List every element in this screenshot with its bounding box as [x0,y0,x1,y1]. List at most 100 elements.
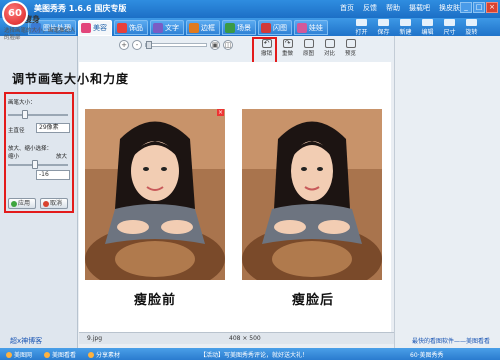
tab-frame[interactable]: 边框 [186,20,220,35]
size-label: 尺寸 [443,29,456,36]
main-diameter-label: 主直径 [8,128,25,134]
panel-description: 选择画笔的大小，画笔推动人的脸部 [4,28,76,41]
tab-label: 闪图 [273,23,287,32]
strength-knob[interactable] [32,160,39,169]
link-help[interactable]: 帮助 [386,3,400,13]
cancel-label: 取消 [50,200,63,207]
zoom-out-button[interactable]: - [132,40,142,50]
minimize-button[interactable]: _ [460,2,472,13]
compare-icon [324,39,335,48]
tab-label: 边框 [201,23,215,32]
rotate-button[interactable]: 旋转 [462,18,481,36]
blog-link[interactable]: 超x神博客 [10,336,42,346]
link-feedback[interactable]: 反馈 [363,3,377,13]
scene-icon [225,22,235,33]
enlarge-label: 放大 [56,154,68,160]
meitu-viewer-link[interactable]: 美图看看 [44,350,76,359]
original-icon [303,39,314,48]
size-button[interactable]: 尺寸 [440,18,459,36]
zoom-group: + - ▣ ◫ [119,40,233,50]
annotation-before: 瘦脸前 [134,293,177,308]
tab-text[interactable]: 文字 [150,20,184,35]
tab-label: 场景 [237,23,251,32]
link-skin[interactable]: 换皮肤 [439,3,460,13]
save-label: 保存 [377,29,390,36]
cancel-icon [43,200,49,207]
brush-size-knob[interactable] [21,110,28,119]
preview-label: 预览 [344,51,356,57]
highlight-box-undo [252,37,277,64]
apply-button[interactable]: 应用 [8,198,36,209]
edit-icon [422,19,433,26]
folder-icon [356,19,367,26]
file-name: 9.jpg [87,335,103,342]
rotate-icon [466,19,477,26]
meitu-site-link[interactable]: 美图网 [6,350,32,359]
viewer-icon [44,351,50,358]
photo-before[interactable] [85,109,225,280]
new-icon [400,19,411,26]
original-button[interactable]: 原图 [299,37,318,60]
photo-after[interactable] [242,109,382,280]
tab-flash[interactable]: 闪图 [258,20,292,35]
viewer-promo-link[interactable]: 最快的看图软件——美图看看 [412,336,490,345]
brush-size-slider[interactable] [8,114,68,116]
main-diameter-field[interactable]: 29像素 [36,123,70,133]
portrait-image-before [85,109,225,280]
heart-icon [117,22,127,33]
compare-button[interactable]: 对比 [320,37,339,60]
share-material-link[interactable]: 分享素材 [88,350,120,359]
new-label: 新建 [399,29,412,36]
zoom-slider[interactable] [145,41,207,49]
tab-scene[interactable]: 场景 [222,20,256,35]
strength-label: 放大、缩小选择： [8,146,53,152]
tab-doll[interactable]: 娃娃 [294,20,328,35]
original-label: 原图 [302,51,314,57]
actual-size-icon[interactable]: ◫ [223,40,233,50]
redo-button[interactable]: ↷ 重做 [278,37,297,60]
new-button[interactable]: 新建 [396,18,415,36]
doll-icon [297,22,307,33]
close-icon[interactable]: × [217,109,224,116]
annotation-adjust-brush: 调节画笔大小和力度 [12,72,130,86]
strength-field[interactable]: -16 [36,170,70,180]
meitu-site-label: 美图网 [14,352,33,359]
open-button[interactable]: 打开 [352,18,371,36]
open-label: 打开 [355,29,368,36]
preview-button[interactable]: 预览 [341,37,360,60]
beauty-icon [81,23,91,33]
tab-beauty[interactable]: 美容 [78,20,112,36]
zoom-in-button[interactable]: + [119,40,129,50]
link-forum[interactable]: 摄载吧 [409,3,430,13]
bottom-bar: 美图网 美图看看 分享素材 【活动】写美图秀秀评论，就好送大礼！ 60·美图秀秀 [0,348,500,360]
redo-label: 重做 [281,51,293,57]
brand-label: 60·美图秀秀 [410,352,444,359]
redo-icon: ↷ [282,39,293,48]
edit-button[interactable]: 编辑 [418,18,437,36]
globe-icon [6,351,12,358]
tab-accessories[interactable]: 饰品 [114,20,148,35]
rotate-label: 旋转 [465,29,478,36]
flash-icon [261,22,271,33]
edit-label: 编辑 [421,29,434,36]
link-home[interactable]: 首页 [340,3,354,13]
check-icon [11,200,17,207]
zoom-knob[interactable] [146,41,152,49]
fit-icon[interactable]: ▣ [210,40,220,50]
frame-icon [189,22,199,33]
top-links: 首页 反馈 帮助 摄载吧 换皮肤 [340,3,460,13]
text-icon [153,22,163,33]
close-button[interactable]: × [486,2,498,13]
cancel-button[interactable]: 取消 [40,198,68,209]
maximize-button[interactable]: □ [473,2,485,13]
status-bar: 9.jpg 408 × 500 [79,332,394,344]
canvas-toolbar: + - ▣ ◫ ↶ 撤销 ↷ 重做 原图 对比 预览 [79,36,394,62]
brush-size-label: 画笔大小： [8,100,36,106]
resize-icon [444,19,455,26]
share-icon [88,351,94,358]
promo-notice[interactable]: 【活动】写美图秀秀评论，就好送大礼！ [200,350,308,359]
save-button[interactable]: 保存 [374,18,393,36]
annotation-after: 瘦脸后 [292,293,335,308]
tab-label: 美容 [93,24,107,32]
image-dimensions: 408 × 500 [229,335,261,342]
